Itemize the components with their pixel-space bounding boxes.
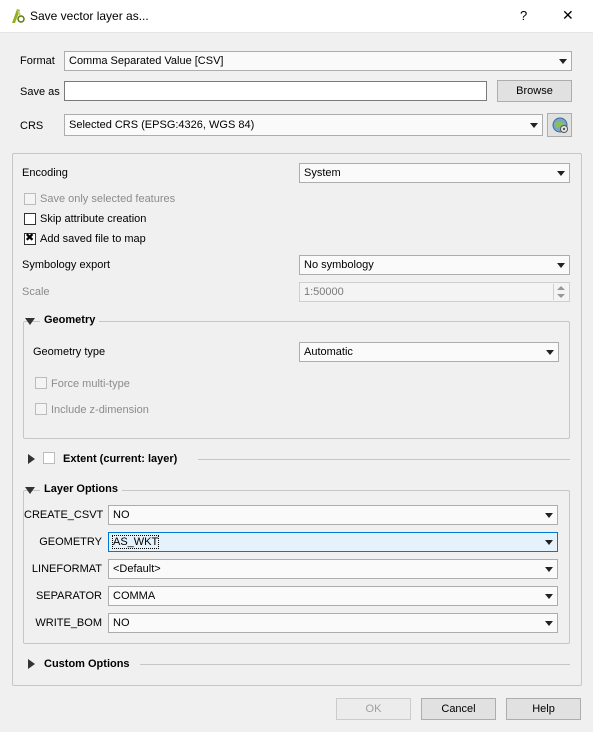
add-saved-checkbox[interactable]	[24, 231, 36, 245]
crs-select-button[interactable]	[547, 113, 572, 137]
chevron-down-icon	[555, 52, 571, 70]
add-saved-label: Add saved file to map	[40, 233, 146, 245]
option-label: GEOMETRY	[39, 536, 102, 548]
chevron-down-icon	[541, 560, 557, 578]
format-combo[interactable]: Comma Separated Value [CSV]	[64, 51, 572, 71]
option-combo[interactable]: AS_WKT	[108, 532, 558, 552]
collapse-triangle-icon[interactable]	[25, 487, 35, 494]
spin-down-icon[interactable]	[553, 292, 568, 300]
option-value: COMMA	[113, 590, 156, 602]
chevron-down-icon	[553, 164, 569, 182]
geometry-title[interactable]: Geometry	[40, 314, 100, 326]
title-bar: Save vector layer as... ? ✕	[0, 0, 593, 33]
option-combo[interactable]: COMMA	[108, 586, 558, 606]
divider	[140, 664, 570, 665]
encoding-label: Encoding	[22, 167, 68, 179]
saveas-input[interactable]	[64, 81, 487, 101]
chevron-down-icon	[553, 256, 569, 274]
chevron-down-icon	[541, 614, 557, 632]
skip-attr-label: Skip attribute creation	[40, 213, 147, 225]
chevron-down-icon	[541, 587, 557, 605]
option-value: NO	[113, 509, 130, 521]
chevron-down-icon	[541, 533, 557, 551]
close-icon[interactable]: ✕	[562, 7, 574, 24]
divider	[198, 459, 570, 460]
custom-options-title[interactable]: Custom Options	[44, 658, 130, 670]
crs-value: Selected CRS (EPSG:4326, WGS 84)	[69, 119, 255, 131]
format-label: Format	[20, 55, 55, 67]
geometry-type-label: Geometry type	[33, 346, 106, 358]
geometry-type-value: Automatic	[304, 346, 353, 358]
ok-button[interactable]: OK	[336, 698, 411, 720]
symbology-label: Symbology export	[22, 259, 111, 271]
option-label: WRITE_BOM	[35, 617, 102, 629]
chevron-down-icon	[542, 343, 558, 361]
spin-up-icon[interactable]	[553, 284, 568, 292]
include-z-checkbox[interactable]	[35, 403, 47, 415]
option-label: CREATE_CSVT	[24, 509, 104, 521]
option-combo[interactable]: NO	[108, 505, 558, 525]
qgis-logo-icon	[12, 9, 25, 23]
help-icon[interactable]: ?	[520, 8, 527, 23]
browse-button[interactable]: Browse	[497, 80, 572, 102]
chevron-down-icon	[526, 116, 542, 134]
encoding-value: System	[304, 167, 341, 179]
force-multi-label: Force multi-type	[51, 378, 130, 390]
window-title: Save vector layer as...	[30, 9, 149, 23]
expand-triangle-icon[interactable]	[28, 454, 35, 464]
symbology-combo[interactable]: No symbology	[299, 255, 570, 275]
globe-icon	[552, 117, 568, 133]
option-label: LINEFORMAT	[31, 563, 102, 575]
saveas-label: Save as	[20, 86, 60, 98]
encoding-combo[interactable]: System	[299, 163, 570, 183]
include-z-label: Include z-dimension	[51, 404, 149, 416]
crs-combo[interactable]: Selected CRS (EPSG:4326, WGS 84)	[64, 114, 543, 136]
force-multi-checkbox[interactable]	[35, 377, 47, 389]
extent-checkbox[interactable]	[43, 452, 55, 464]
symbology-value: No symbology	[304, 259, 374, 271]
option-combo[interactable]: NO	[108, 613, 558, 633]
save-selected-checkbox[interactable]	[24, 193, 36, 205]
option-label: SEPARATOR	[35, 590, 102, 602]
chevron-down-icon	[541, 506, 557, 524]
scale-spinbox[interactable]: 1:50000	[299, 282, 570, 302]
geometry-type-combo[interactable]: Automatic	[299, 342, 559, 362]
layer-options-title[interactable]: Layer Options	[40, 483, 122, 495]
skip-attr-checkbox[interactable]	[24, 213, 36, 225]
save-selected-label: Save only selected features	[40, 193, 176, 205]
option-value: NO	[113, 617, 130, 629]
crs-label: CRS	[20, 120, 44, 132]
help-button[interactable]: Help	[506, 698, 581, 720]
scale-label: Scale	[22, 286, 50, 298]
extent-title[interactable]: Extent (current: layer)	[63, 453, 177, 465]
scale-value: 1:50000	[304, 286, 344, 298]
format-value: Comma Separated Value [CSV]	[69, 55, 224, 67]
option-value: <Default>	[113, 563, 161, 575]
option-value: AS_WKT	[111, 535, 160, 549]
cancel-button[interactable]: Cancel	[421, 698, 496, 720]
expand-triangle-icon[interactable]	[28, 659, 35, 669]
option-combo[interactable]: <Default>	[108, 559, 558, 579]
collapse-triangle-icon[interactable]	[25, 318, 35, 325]
